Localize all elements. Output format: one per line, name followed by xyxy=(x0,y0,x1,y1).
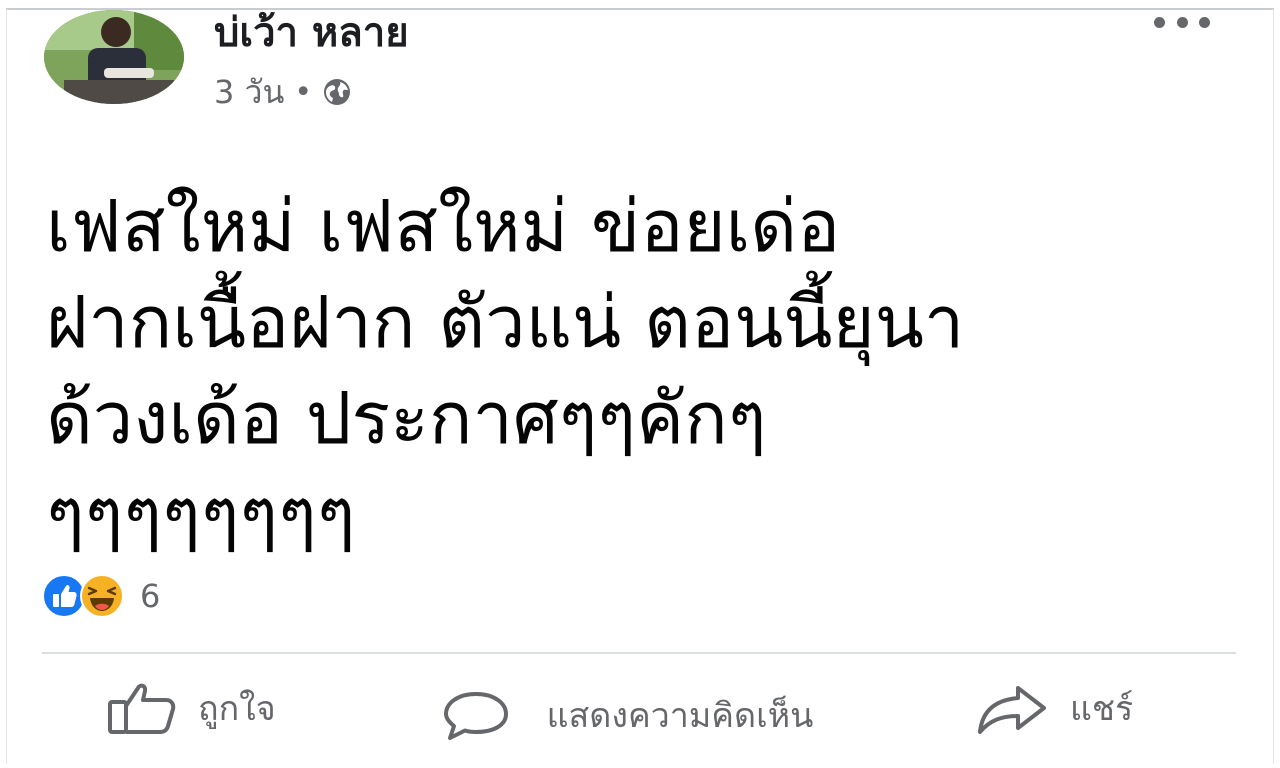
share-label: แชร์ xyxy=(1070,689,1134,729)
comment-icon xyxy=(444,692,508,740)
reactions-summary[interactable]: 6 xyxy=(42,574,160,618)
reaction-count: 6 xyxy=(140,577,161,615)
comment-label: แสดงความคิดเห็น xyxy=(546,696,814,736)
share-button[interactable]: แชร์ xyxy=(974,676,1133,740)
author-avatar[interactable] xyxy=(44,10,184,104)
post-timestamp[interactable]: 3 วัน xyxy=(214,67,284,118)
more-dot xyxy=(1199,16,1210,28)
more-options-icon[interactable] xyxy=(1154,12,1210,32)
thumbs-up-icon xyxy=(108,683,176,734)
like-label: ถูกใจ xyxy=(198,689,276,729)
meta-separator: • xyxy=(294,74,313,110)
author-name[interactable]: บ่เว้า หลาย xyxy=(214,8,409,58)
divider xyxy=(42,652,1236,654)
globe-icon[interactable] xyxy=(322,77,352,107)
more-dot xyxy=(1154,16,1165,28)
post-meta: 3 วัน • xyxy=(214,70,352,114)
like-button[interactable]: ถูกใจ xyxy=(104,676,276,740)
share-arrow-icon xyxy=(978,686,1046,734)
haha-reaction-icon xyxy=(80,574,124,618)
comment-button[interactable]: แสดงความคิดเห็น xyxy=(440,666,840,766)
post-text: เฟสใหม่ เฟสใหม่ ข่อยเด่อ ฝากเนื้อฝาก ตัว… xyxy=(46,184,965,556)
more-dot xyxy=(1176,16,1188,28)
